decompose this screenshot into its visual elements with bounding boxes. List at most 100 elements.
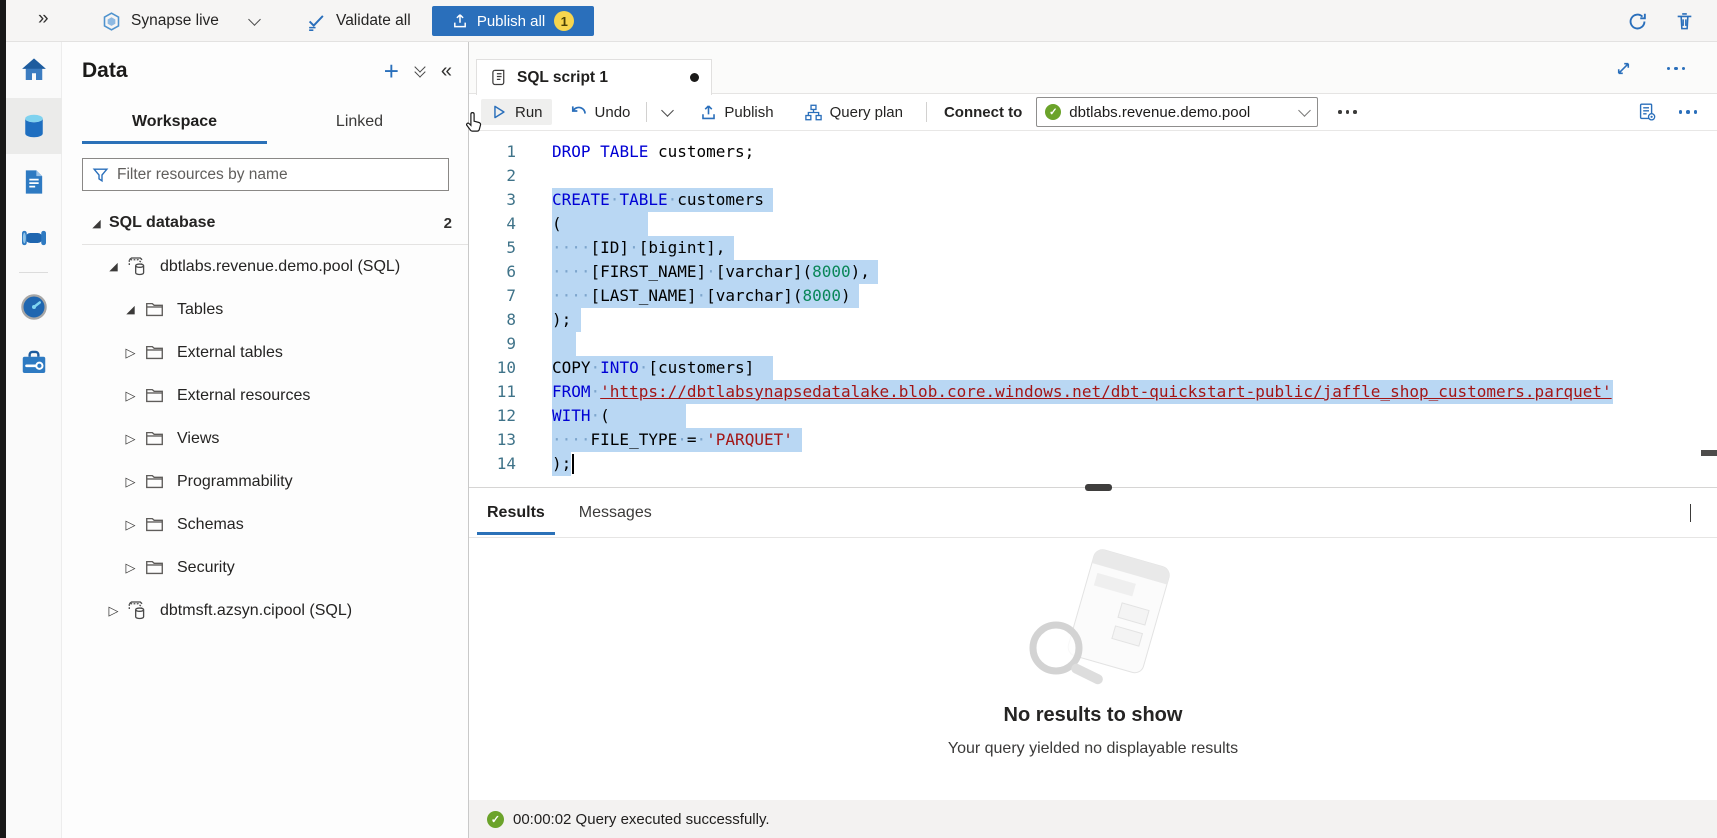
trash-icon[interactable] [1674,11,1695,32]
tree-item-security[interactable]: ▷ Security [82,546,468,589]
refresh-icon[interactable] [1627,11,1648,32]
sql-pool-icon [126,600,148,622]
rail-home-button[interactable] [6,42,62,98]
horizontal-scrollbar-thumb[interactable] [1701,450,1717,456]
tab-workspace[interactable]: Workspace [82,100,267,144]
tree-item-dbtlabs-revenue-demo-pool-sql[interactable]: ◢dbtlabs.revenue.demo.pool (SQL) [82,245,468,288]
tree-item-tables[interactable]: ◢Tables [82,288,468,331]
rail-integrate-button[interactable] [6,210,62,266]
expanded-triangle-icon[interactable]: ◢ [122,303,139,316]
data-panel-tabs: Workspace Linked [82,100,452,144]
rail-manage-button[interactable] [6,335,62,391]
collapsed-triangle-icon[interactable]: ▷ [122,517,139,533]
code-line-14[interactable]: 14); [469,452,1717,476]
no-results-illustration [1008,538,1178,696]
tree-item-external-tables[interactable]: ▷ External tables [82,331,468,374]
query-plan-button[interactable]: Query plan [795,99,912,126]
rail-monitor-button[interactable] [6,279,62,335]
code-text: COPY·INTO·[customers] [552,356,754,380]
editor-toolbar: Run Undo Publish Query plan [469,94,1717,131]
expanded-triangle-icon[interactable]: ◢ [88,217,105,230]
tree-item-sql-database[interactable]: ◢SQL database2 [82,202,468,245]
collapsed-triangle-icon[interactable]: ▷ [122,431,139,447]
tree-item-external-resources[interactable]: ▷ External resources [82,374,468,417]
collapse-results-icon[interactable] [1690,504,1691,522]
resource-tree: ◢SQL database2◢dbtlabs.revenue.demo.pool… [62,202,468,838]
chevron-down-icon [1298,104,1311,117]
empty-results-title: No results to show [1004,704,1183,727]
data-icon [19,111,49,141]
collapsed-triangle-icon[interactable]: ▷ [122,388,139,404]
code-line-6[interactable]: 6····[FIRST_NAME]·[varchar](8000), [469,260,1717,284]
code-text: CREATE·TABLE·customers [552,188,764,212]
integrate-icon [19,223,49,253]
run-button[interactable]: Run [481,99,552,125]
code-line-11[interactable]: 11FROM·'https://dbtlabsynapsedatalake.bl… [469,380,1717,404]
tree-item-programmability[interactable]: ▷Programmability [82,460,468,503]
rail-divider [19,272,48,273]
tree-item-dbtmsft-azsyn-cipool-sql[interactable]: ▷dbtmsft.azsyn.cipool (SQL) [82,589,468,632]
upload-icon [452,13,468,29]
code-editor[interactable]: 1DROP TABLE customers;23CREATE·TABLE·cus… [469,131,1717,487]
collapsed-triangle-icon[interactable]: ▷ [105,603,122,619]
folder-icon [143,428,165,450]
code-line-4[interactable]: 4( [469,212,1717,236]
tab-sql-script-1[interactable]: SQL script 1 [476,59,712,95]
undo-button[interactable]: Undo [560,99,640,126]
tree-item-views[interactable]: ▷ Views [82,417,468,460]
document-tabstrip: SQL script 1 [469,42,1717,94]
code-line-10[interactable]: 10COPY·INTO·[customers] [469,356,1717,380]
validate-all-button[interactable]: Validate all [305,0,411,42]
line-number: 6 [469,260,516,284]
code-line-13[interactable]: 13····FILE_TYPE·=·'PARQUET' [469,428,1717,452]
tab-more-icon[interactable] [1661,63,1692,75]
tree-item-label: External tables [177,344,283,362]
mode-selector[interactable]: Synapse live [101,0,259,42]
tab-linked[interactable]: Linked [267,100,452,144]
code-line-1[interactable]: 1DROP TABLE customers; [469,140,1717,164]
toolbar-more-icon[interactable] [1673,106,1704,118]
undo-icon [569,103,588,122]
code-line-8[interactable]: 8); [469,308,1717,332]
folder-icon [143,342,165,364]
tree-item-label: Security [177,559,235,577]
expand-editor-icon[interactable] [1615,60,1632,77]
collapsed-triangle-icon[interactable]: ▷ [122,560,139,576]
rail-data-button[interactable] [6,98,62,154]
expanded-triangle-icon[interactable]: ◢ [105,260,122,273]
rail-develop-button[interactable] [6,154,62,210]
tree-item-schemas[interactable]: ▷Schemas [82,503,468,546]
folder-icon [143,385,165,407]
collapsed-triangle-icon[interactable]: ▷ [122,474,139,490]
tree-item-label: External resources [177,387,310,405]
run-options-chevron[interactable] [654,106,681,119]
code-line-9[interactable]: 9 [469,332,1717,356]
collapsed-triangle-icon[interactable]: ▷ [122,345,139,361]
collapse-all-icon[interactable] [416,66,424,76]
pool-selector-dropdown[interactable]: ✓ dbtlabs.revenue.demo.pool [1036,97,1318,127]
line-number: 4 [469,212,516,236]
filter-input[interactable] [117,166,439,184]
sql-editor-region: SQL script 1 Run Undo [469,42,1717,838]
code-line-7[interactable]: 7····[LAST_NAME]·[varchar](8000) [469,284,1717,308]
tree-item-label: Views [177,430,219,448]
code-line-12[interactable]: 12WITH·( [469,404,1717,428]
code-line-5[interactable]: 5····[ID]·[bigint], [469,236,1717,260]
line-number: 11 [469,380,516,404]
publish-all-button[interactable]: Publish all 1 [432,6,594,36]
collapse-panel-icon[interactable]: « [441,60,452,83]
top-command-bar: » Synapse live Validate all Publish all … [6,0,1717,42]
publish-button[interactable]: Publish [691,100,782,125]
add-icon[interactable]: + [384,61,399,81]
publish-icon [700,104,717,121]
monitor-icon [19,292,49,322]
expand-menu-icon[interactable]: » [38,8,49,30]
publish-count-badge: 1 [554,11,574,31]
connect-more-icon[interactable] [1332,106,1363,118]
code-line-3[interactable]: 3CREATE·TABLE·customers [469,188,1717,212]
query-settings-icon[interactable] [1637,102,1657,122]
tab-results[interactable]: Results [477,491,555,535]
code-line-2[interactable]: 2 [469,164,1717,188]
code-text: ····[LAST_NAME]·[varchar](8000) [552,284,851,308]
tab-messages[interactable]: Messages [569,491,662,535]
